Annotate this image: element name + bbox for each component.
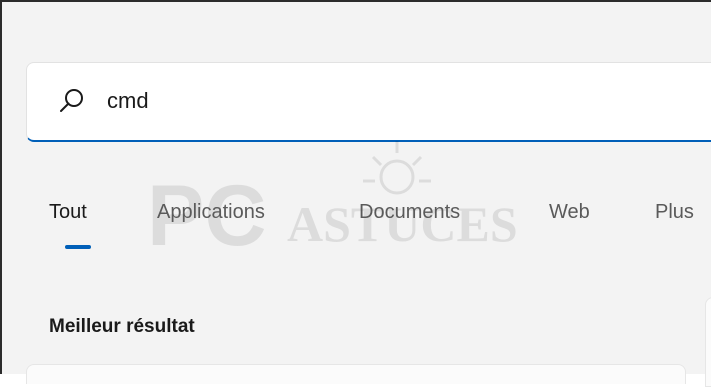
search-icon: [60, 89, 83, 112]
active-tab-indicator: [65, 245, 91, 249]
sun-icon: [363, 141, 431, 195]
search-window: PC ASTUCES Tout Applications Documents W…: [0, 0, 711, 387]
best-match-card[interactable]: [26, 364, 686, 384]
tab-documents[interactable]: Documents: [359, 201, 460, 224]
tab-web[interactable]: Web: [549, 201, 590, 224]
search-input[interactable]: [107, 81, 667, 121]
best-match-heading: Meilleur résultat: [49, 316, 195, 337]
search-box[interactable]: [26, 62, 711, 142]
tab-tout[interactable]: Tout: [49, 201, 87, 224]
tab-plus[interactable]: Plus: [655, 201, 694, 224]
tab-applications[interactable]: Applications: [157, 201, 265, 224]
filter-tabs: Tout Applications Documents Web Plus: [49, 201, 711, 251]
